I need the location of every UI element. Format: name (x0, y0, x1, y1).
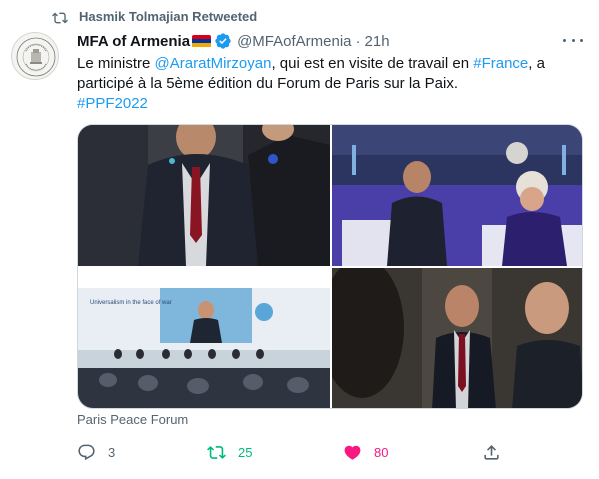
tweet-text-part: , qui est en visite de travail en (271, 55, 474, 72)
tweet-actions: 3 25 80 (77, 440, 507, 464)
stage-screen-title: Universalism in the face of war (90, 300, 172, 306)
retweet-button[interactable]: 25 (207, 440, 252, 464)
photo-minister-standing[interactable] (78, 125, 330, 266)
separator-dot: · (355, 32, 361, 50)
more-options-icon[interactable] (563, 33, 583, 47)
photo-conference-stage[interactable]: Universalism in the face of war (78, 268, 330, 408)
retweet-count: 25 (238, 444, 253, 460)
avatar[interactable] (11, 32, 59, 80)
tweet-text-part: Le ministre (77, 55, 155, 72)
retweet-icon (207, 445, 226, 459)
photo-image (78, 125, 330, 266)
heart-filled-icon (344, 445, 361, 460)
reply-button[interactable]: 3 (77, 440, 115, 464)
author-name[interactable]: MFA of Armenia (77, 33, 190, 50)
photo-image (332, 268, 582, 408)
photo-image (332, 125, 582, 266)
armenia-flag-icon (192, 34, 212, 48)
photo-image: Universalism in the face of war (78, 268, 330, 408)
reply-count: 3 (108, 444, 116, 460)
share-icon (484, 444, 499, 460)
like-count: 80 (374, 444, 389, 460)
tweet-timestamp[interactable]: 21h (365, 33, 390, 50)
hashtag-ppf2022-link[interactable]: #PPF2022 (77, 95, 148, 112)
author-handle[interactable]: @MFAofArmenia (237, 33, 351, 50)
tweet-text: Le ministre @AraratMirzoyan, qui est en … (77, 54, 582, 114)
retweet-banner-text[interactable]: Hasmik Tolmajian Retweeted (79, 9, 257, 24)
like-button[interactable]: 80 (343, 440, 388, 464)
reply-icon (78, 444, 95, 460)
tweet-card[interactable]: Hasmik Tolmajian Retweeted MFA of Armeni… (0, 0, 599, 479)
mention-link[interactable]: @AraratMirzoyan (155, 55, 272, 72)
share-button[interactable] (482, 440, 501, 464)
photo-seated-audience[interactable] (332, 125, 582, 266)
photo-conversation[interactable] (332, 268, 582, 408)
tweet-header: MFA of Armenia @MFAofArmenia · 21h (77, 31, 390, 51)
verified-badge-icon (215, 33, 231, 49)
ministry-seal-logo (16, 37, 56, 77)
hashtag-france-link[interactable]: #France (473, 55, 528, 72)
media-grid: Universalism in the face of war (77, 124, 583, 409)
retweet-icon (52, 12, 68, 24)
media-caption: Paris Peace Forum (77, 412, 189, 427)
